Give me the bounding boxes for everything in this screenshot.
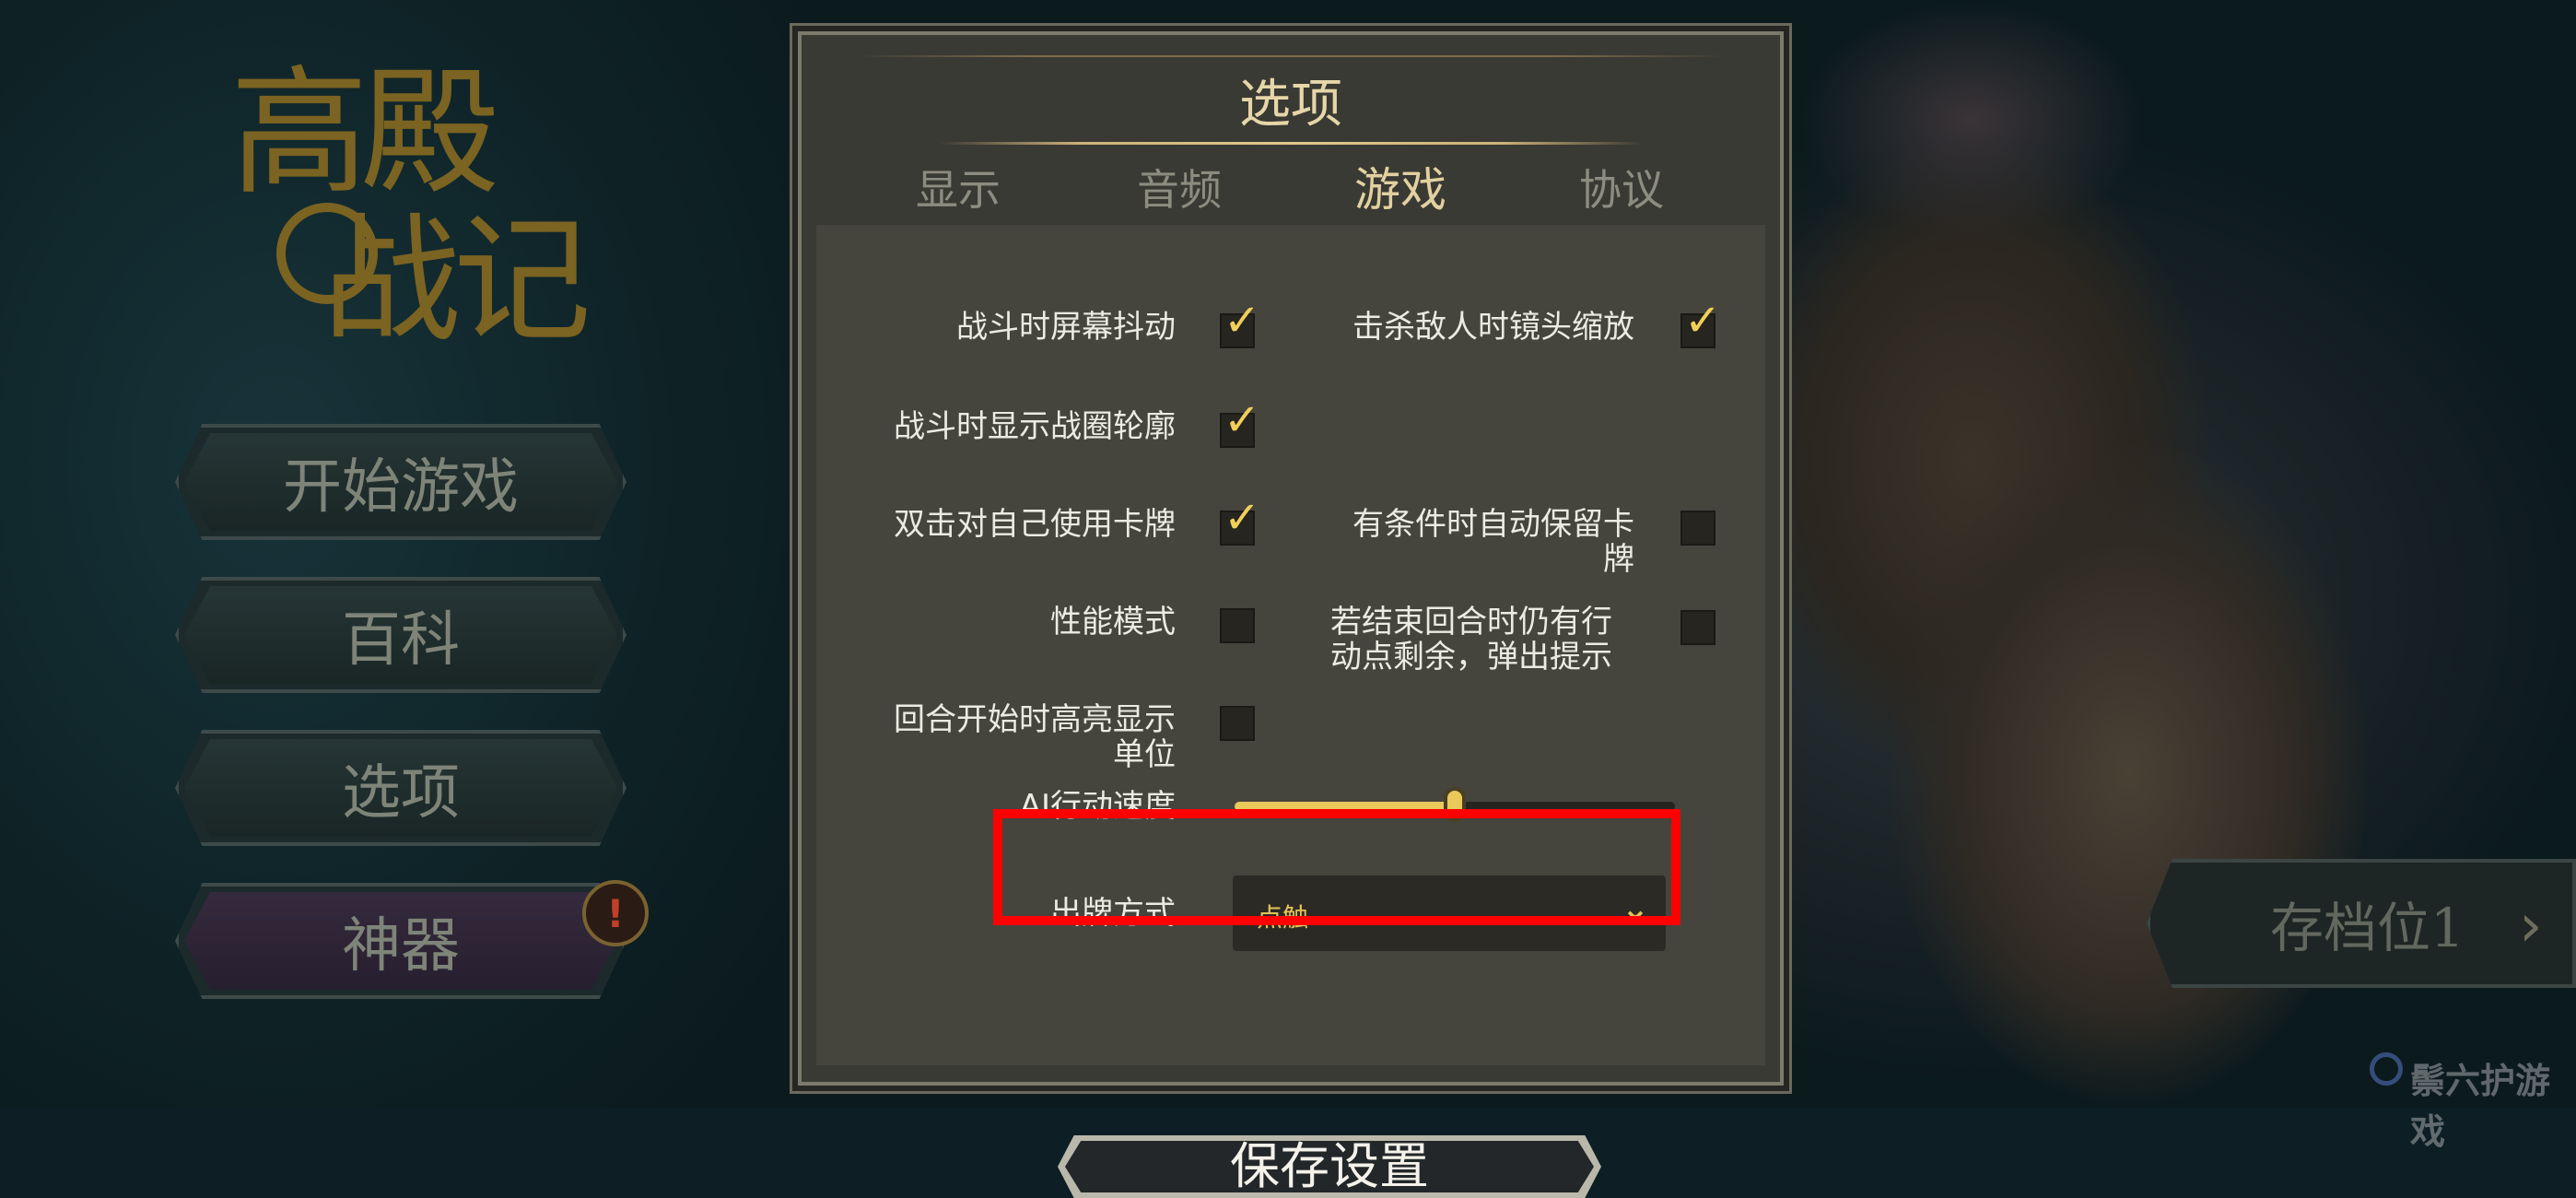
double-click-self-label: 双击对自己使用卡牌 — [894, 506, 1176, 543]
save-settings-label: 保存设置 — [1230, 1137, 1429, 1195]
battle-outline-label: 战斗时显示战圈轮廓 — [894, 408, 1176, 445]
tab-agreement[interactable]: 协议 — [1579, 157, 1664, 217]
end-turn-label-line1: 若结束回合时仍有行 — [1330, 604, 1612, 640]
save-settings-button[interactable]: 保存设置 — [1058, 1135, 1601, 1198]
watermark-logo-icon — [2370, 1052, 2403, 1086]
kill-zoom-checkbox[interactable]: ✓ — [1680, 299, 1721, 348]
annotation-highlight-box — [993, 809, 1680, 925]
logo-line-2: 战记 — [322, 201, 591, 361]
highlight-units-checkbox[interactable] — [1220, 706, 1255, 741]
character-art-3 — [1797, 0, 2147, 240]
performance-mode-label: 性能模式 — [1050, 604, 1176, 640]
title-ornament-top — [857, 55, 1725, 57]
options-button[interactable]: 选项 — [175, 730, 626, 846]
character-art-2 — [1889, 442, 2368, 1106]
dialog-title: 选项 — [1239, 75, 1342, 135]
options-dialog: 选项 显示 音频 游戏 协议 战斗时屏幕抖动 ✓ 击杀敌人时镜头缩放 ✓ 战斗时… — [798, 31, 1784, 1198]
start-game-button[interactable]: 开始游戏 — [175, 424, 626, 540]
artifacts-label: 神器 — [342, 912, 460, 981]
save-slot-arrow-icon[interactable]: › — [2519, 892, 2543, 960]
check-icon: ✓ — [1224, 492, 1261, 544]
screen-shake-checkbox[interactable]: ✓ — [1220, 299, 1260, 348]
logo-line-1: 高殿 — [230, 53, 499, 214]
save-slot-label: 存档位1 — [2270, 897, 2465, 959]
auto-keep-checkbox[interactable] — [1680, 511, 1715, 546]
tab-display[interactable]: 显示 — [916, 157, 1001, 217]
encyclopedia-label: 百科 — [342, 606, 460, 675]
encyclopedia-button[interactable]: 百科 — [175, 577, 626, 693]
alert-badge-icon: ! — [582, 880, 649, 946]
double-click-self-checkbox[interactable]: ✓ — [1220, 496, 1260, 546]
check-icon: ✓ — [1224, 295, 1261, 346]
check-icon: ✓ — [1684, 295, 1722, 346]
auto-keep-label-line1: 有条件时自动保留卡 — [1352, 506, 1634, 543]
check-icon: ✓ — [1224, 394, 1261, 446]
start-game-label: 开始游戏 — [283, 453, 519, 522]
end-turn-checkbox[interactable] — [1680, 610, 1715, 645]
highlight-units-label-line1: 回合开始时高亮显示 — [894, 701, 1176, 738]
artifacts-button[interactable]: 神器 — [175, 883, 626, 999]
options-label: 选项 — [342, 759, 460, 828]
title-divider — [940, 142, 1642, 145]
options-content-panel: 战斗时屏幕抖动 ✓ 击杀敌人时镜头缩放 ✓ 战斗时显示战圈轮廓 ✓ 双击对自己使… — [816, 225, 1765, 1198]
kill-zoom-label: 击杀敌人时镜头缩放 — [1352, 309, 1634, 346]
save-slot-button[interactable]: 存档位1 — [2147, 859, 2576, 988]
tab-audio[interactable]: 音频 — [1137, 157, 1222, 217]
performance-mode-checkbox[interactable] — [1220, 608, 1255, 643]
game-logo: 高殿 战记 — [230, 65, 599, 369]
battle-outline-checkbox[interactable]: ✓ — [1220, 398, 1260, 448]
auto-keep-label-line2: 牌 — [1603, 541, 1634, 578]
highlight-units-label-line2: 单位 — [1113, 736, 1176, 773]
end-turn-label-line2: 动点剩余，弹出提示 — [1330, 639, 1612, 675]
watermark-text: 鬃六护游戏 — [2410, 1061, 2551, 1152]
screen-shake-label: 战斗时屏幕抖动 — [956, 309, 1176, 346]
tab-game[interactable]: 游戏 — [1354, 153, 1446, 219]
